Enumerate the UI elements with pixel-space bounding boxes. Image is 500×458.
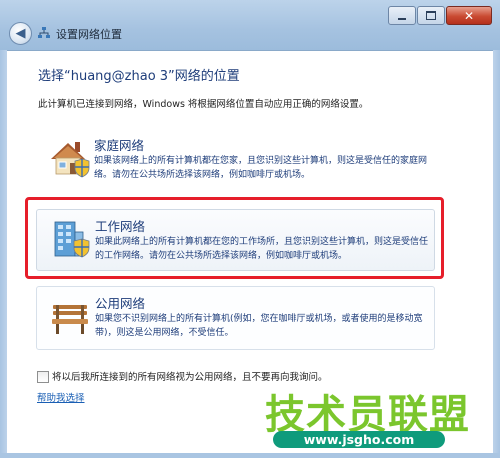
dialog-window: ✕ ◀ 设置网络位置 选择“huang@zhao 3”网络的位置 此计算机已连接… — [0, 0, 500, 458]
option-title: 家庭网络 — [94, 138, 145, 153]
window-title: 设置网络位置 — [56, 28, 122, 41]
option-title: 工作网络 — [95, 219, 146, 234]
watermark-url: www.jsgho.com — [273, 431, 445, 448]
option-description: 如果您不识别网络上的所有计算机(例如，您在咖啡厅或机场，或者使用的是移动宽带)，… — [95, 314, 423, 338]
window-frame-right — [493, 50, 500, 458]
back-button[interactable]: ◀ — [9, 22, 32, 45]
option-home-network[interactable]: 家庭网络 如果该网络上的所有计算机都在您家，且您识别这些计算机，则这是受信任的家… — [36, 129, 433, 189]
minimize-icon — [398, 17, 406, 20]
close-icon: ✕ — [463, 8, 475, 23]
window-frame-bottom — [0, 453, 500, 458]
checkbox-label: 将以后我所连接到的所有网络视为公用网络，且不要再向我询问。 — [52, 372, 328, 383]
close-button[interactable]: ✕ — [446, 6, 492, 25]
page-heading: 选择“huang@zhao 3”网络的位置 — [38, 69, 240, 84]
page-description: 此计算机已连接到网络，Windows 将根据网络位置自动应用正确的网络设置。 — [38, 99, 369, 110]
minimize-button[interactable] — [388, 6, 416, 25]
help-choose-link[interactable]: 帮助我选择 — [37, 390, 85, 404]
option-work-network[interactable]: 工作网络 如果此网络上的所有计算机都在您的工作场所，且您识别这些计算机，则这是受… — [36, 209, 435, 271]
maximize-icon — [426, 11, 436, 20]
public-default-checkbox[interactable] — [37, 371, 49, 383]
caption-buttons: ✕ — [387, 6, 492, 25]
option-description: 如果该网络上的所有计算机都在您家，且您识别这些计算机，则这是受信任的家庭网络。请… — [94, 156, 428, 180]
option-public-network[interactable]: 公用网络 如果您不识别网络上的所有计算机(例如，您在咖啡厅或机场，或者使用的是移… — [36, 286, 435, 350]
maximize-button[interactable] — [417, 6, 445, 25]
back-arrow-icon: ◀ — [15, 25, 26, 41]
option-title: 公用网络 — [95, 296, 146, 311]
office-building-icon — [54, 221, 90, 258]
window-frame-left — [0, 50, 7, 458]
park-bench-icon — [52, 305, 88, 334]
option-description: 如果此网络上的所有计算机都在您的工作场所，且您识别这些计算机，则这是受信任的工作… — [95, 237, 429, 261]
network-icon — [38, 27, 50, 38]
house-icon — [51, 142, 90, 178]
